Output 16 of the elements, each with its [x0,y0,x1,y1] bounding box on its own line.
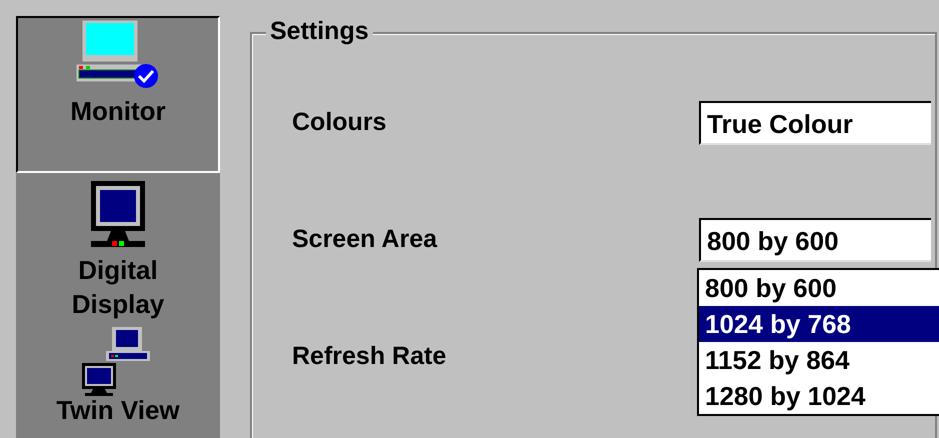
setting-label: Refresh Rate [292,342,448,371]
sidebar-item[interactable]: Digital Display [16,173,220,325]
sidebar-label: Twin View [55,395,181,425]
dropdown-option[interactable]: 1152 by 864 [699,342,939,378]
sidebar-label: Monitor [69,95,167,128]
setting-label: Screen Area [292,225,438,254]
dropdown-field[interactable]: True Colour [699,100,931,144]
sidebar-item[interactable]: Monitor [16,16,220,173]
sidebar-label: Digital Display [70,254,166,321]
computer-check-icon [76,20,160,90]
dropdown-option[interactable]: 1024 by 768 [699,306,939,342]
setting-label: Colours [292,108,388,137]
dropdown-field[interactable]: 800 by 600 [699,218,931,262]
dropdown-option[interactable]: 1280 by 1024 [699,378,939,414]
sidebar-item[interactable]: Twin View [16,325,220,435]
dropdown-option[interactable]: 800 by 600 [699,270,939,306]
